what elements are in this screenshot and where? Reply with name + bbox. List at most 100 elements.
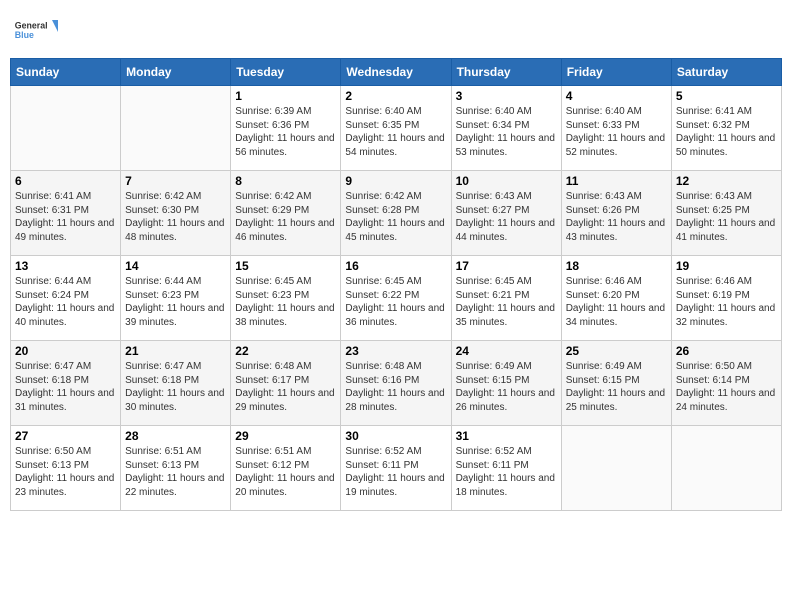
- page-header: General Blue: [10, 10, 782, 50]
- calendar-cell: 5Sunrise: 6:41 AM Sunset: 6:32 PM Daylig…: [671, 86, 781, 171]
- weekday-header: Monday: [121, 59, 231, 86]
- calendar-cell: [121, 86, 231, 171]
- calendar-cell: 6 Sunrise: 6:41 AM Sunset: 6:31 PM Daylig…: [11, 171, 121, 256]
- week-row: 20 Sunrise: 6:47 AM Sunset: 6:18 PM Dayli…: [11, 341, 782, 426]
- day-number: 13: [15, 259, 116, 273]
- logo-svg: General Blue: [14, 10, 58, 50]
- day-number: 16: [345, 259, 446, 273]
- day-info: Sunrise: 6:41 AM Sunset: 6:31 PM Dayligh…: [15, 190, 116, 244]
- day-info: Sunrise: 6:50 AM Sunset: 6:13 PM Dayligh…: [15, 445, 116, 499]
- week-row: 27 Sunrise: 6:50 AM Sunset: 6:13 PM Dayli…: [11, 426, 782, 511]
- day-info: Sunrise: 6:40 AM Sunset: 6:33 PM Dayligh…: [566, 105, 667, 159]
- day-info: Sunrise: 6:43 AM Sunset: 6:25 PM Dayligh…: [676, 190, 777, 244]
- calendar-cell: 23Sunrise: 6:48 AM Sunset: 6:16 PM Dayli…: [341, 341, 451, 426]
- day-number: 27: [15, 429, 116, 443]
- calendar-cell: [11, 86, 121, 171]
- day-info: Sunrise: 6:40 AM Sunset: 6:34 PM Dayligh…: [456, 105, 557, 159]
- svg-text:General: General: [15, 20, 48, 30]
- calendar-cell: 17 Sunrise: 6:45 AM Sunset: 6:21 PM Dayli…: [451, 256, 561, 341]
- day-info: Sunrise: 6:41 AM Sunset: 6:32 PM Dayligh…: [676, 105, 777, 159]
- day-number: 25: [566, 344, 667, 358]
- calendar-cell: 14 Sunrise: 6:44 AM Sunset: 6:23 PM Dayli…: [121, 256, 231, 341]
- calendar-cell: 24 Sunrise: 6:49 AM Sunset: 6:15 PM Dayli…: [451, 341, 561, 426]
- day-info: Sunrise: 6:48 AM Sunset: 6:16 PM Dayligh…: [345, 360, 446, 414]
- calendar-cell: 8 Sunrise: 6:42 AM Sunset: 6:29 PM Daylig…: [231, 171, 341, 256]
- day-info: Sunrise: 6:45 AM Sunset: 6:23 PM Dayligh…: [235, 275, 336, 329]
- day-info: Sunrise: 6:43 AM Sunset: 6:27 PM Dayligh…: [456, 190, 557, 244]
- day-number: 10: [456, 174, 557, 188]
- day-number: 22: [235, 344, 336, 358]
- weekday-header: Saturday: [671, 59, 781, 86]
- day-number: 14: [125, 259, 226, 273]
- day-number: 7: [125, 174, 226, 188]
- calendar-cell: 18 Sunrise: 6:46 AM Sunset: 6:20 PM Dayli…: [561, 256, 671, 341]
- day-number: 29: [235, 429, 336, 443]
- day-number: 26: [676, 344, 777, 358]
- day-info: Sunrise: 6:40 AM Sunset: 6:35 PM Dayligh…: [345, 105, 446, 159]
- weekday-header: Sunday: [11, 59, 121, 86]
- day-info: Sunrise: 6:42 AM Sunset: 6:28 PM Dayligh…: [345, 190, 446, 244]
- calendar-cell: 4 Sunrise: 6:40 AM Sunset: 6:33 PM Daylig…: [561, 86, 671, 171]
- week-row: 13Sunrise: 6:44 AM Sunset: 6:24 PM Dayli…: [11, 256, 782, 341]
- weekday-header: Wednesday: [341, 59, 451, 86]
- day-number: 4: [566, 89, 667, 103]
- day-info: Sunrise: 6:52 AM Sunset: 6:11 PM Dayligh…: [345, 445, 446, 499]
- day-number: 20: [15, 344, 116, 358]
- day-number: 24: [456, 344, 557, 358]
- day-number: 30: [345, 429, 446, 443]
- calendar-cell: 9 Sunrise: 6:42 AM Sunset: 6:28 PM Daylig…: [341, 171, 451, 256]
- day-number: 6: [15, 174, 116, 188]
- day-info: Sunrise: 6:42 AM Sunset: 6:29 PM Dayligh…: [235, 190, 336, 244]
- day-number: 1: [235, 89, 336, 103]
- calendar-body: 1 Sunrise: 6:39 AM Sunset: 6:36 PM Daylig…: [11, 86, 782, 511]
- calendar-cell: 27 Sunrise: 6:50 AM Sunset: 6:13 PM Dayli…: [11, 426, 121, 511]
- svg-text:Blue: Blue: [15, 30, 34, 40]
- day-number: 3: [456, 89, 557, 103]
- calendar-cell: [671, 426, 781, 511]
- day-number: 17: [456, 259, 557, 273]
- calendar-cell: 19Sunrise: 6:46 AM Sunset: 6:19 PM Dayli…: [671, 256, 781, 341]
- day-info: Sunrise: 6:48 AM Sunset: 6:17 PM Dayligh…: [235, 360, 336, 414]
- day-info: Sunrise: 6:46 AM Sunset: 6:19 PM Dayligh…: [676, 275, 777, 329]
- day-info: Sunrise: 6:52 AM Sunset: 6:11 PM Dayligh…: [456, 445, 557, 499]
- day-number: 21: [125, 344, 226, 358]
- day-number: 11: [566, 174, 667, 188]
- week-row: 6 Sunrise: 6:41 AM Sunset: 6:31 PM Daylig…: [11, 171, 782, 256]
- calendar-header: SundayMondayTuesdayWednesdayThursdayFrid…: [11, 59, 782, 86]
- day-number: 9: [345, 174, 446, 188]
- calendar-cell: 20Sunrise: 6:47 AM Sunset: 6:18 PM Dayli…: [11, 341, 121, 426]
- day-info: Sunrise: 6:47 AM Sunset: 6:18 PM Dayligh…: [125, 360, 226, 414]
- calendar-cell: 26Sunrise: 6:50 AM Sunset: 6:14 PM Dayli…: [671, 341, 781, 426]
- calendar-cell: 12 Sunrise: 6:43 AM Sunset: 6:25 PM Dayli…: [671, 171, 781, 256]
- day-info: Sunrise: 6:39 AM Sunset: 6:36 PM Dayligh…: [235, 105, 336, 159]
- day-info: Sunrise: 6:45 AM Sunset: 6:21 PM Dayligh…: [456, 275, 557, 329]
- day-info: Sunrise: 6:42 AM Sunset: 6:30 PM Dayligh…: [125, 190, 226, 244]
- day-number: 12: [676, 174, 777, 188]
- calendar-cell: 1 Sunrise: 6:39 AM Sunset: 6:36 PM Daylig…: [231, 86, 341, 171]
- day-number: 31: [456, 429, 557, 443]
- day-info: Sunrise: 6:51 AM Sunset: 6:13 PM Dayligh…: [125, 445, 226, 499]
- calendar-cell: 25Sunrise: 6:49 AM Sunset: 6:15 PM Dayli…: [561, 341, 671, 426]
- day-number: 18: [566, 259, 667, 273]
- day-info: Sunrise: 6:51 AM Sunset: 6:12 PM Dayligh…: [235, 445, 336, 499]
- day-number: 28: [125, 429, 226, 443]
- calendar-cell: 15 Sunrise: 6:45 AM Sunset: 6:23 PM Dayli…: [231, 256, 341, 341]
- day-info: Sunrise: 6:49 AM Sunset: 6:15 PM Dayligh…: [456, 360, 557, 414]
- calendar-cell: 30 Sunrise: 6:52 AM Sunset: 6:11 PM Dayli…: [341, 426, 451, 511]
- weekday-header: Friday: [561, 59, 671, 86]
- day-number: 8: [235, 174, 336, 188]
- calendar-cell: 11 Sunrise: 6:43 AM Sunset: 6:26 PM Dayli…: [561, 171, 671, 256]
- calendar-cell: 10 Sunrise: 6:43 AM Sunset: 6:27 PM Dayli…: [451, 171, 561, 256]
- day-info: Sunrise: 6:44 AM Sunset: 6:23 PM Dayligh…: [125, 275, 226, 329]
- calendar-cell: 21 Sunrise: 6:47 AM Sunset: 6:18 PM Dayli…: [121, 341, 231, 426]
- day-number: 15: [235, 259, 336, 273]
- weekday-header: Thursday: [451, 59, 561, 86]
- calendar-cell: 31 Sunrise: 6:52 AM Sunset: 6:11 PM Dayli…: [451, 426, 561, 511]
- calendar-cell: 3 Sunrise: 6:40 AM Sunset: 6:34 PM Daylig…: [451, 86, 561, 171]
- calendar-cell: 7 Sunrise: 6:42 AM Sunset: 6:30 PM Daylig…: [121, 171, 231, 256]
- day-info: Sunrise: 6:43 AM Sunset: 6:26 PM Dayligh…: [566, 190, 667, 244]
- week-row: 1 Sunrise: 6:39 AM Sunset: 6:36 PM Daylig…: [11, 86, 782, 171]
- calendar-cell: 22 Sunrise: 6:48 AM Sunset: 6:17 PM Dayli…: [231, 341, 341, 426]
- logo-container: General Blue: [14, 10, 58, 50]
- day-info: Sunrise: 6:46 AM Sunset: 6:20 PM Dayligh…: [566, 275, 667, 329]
